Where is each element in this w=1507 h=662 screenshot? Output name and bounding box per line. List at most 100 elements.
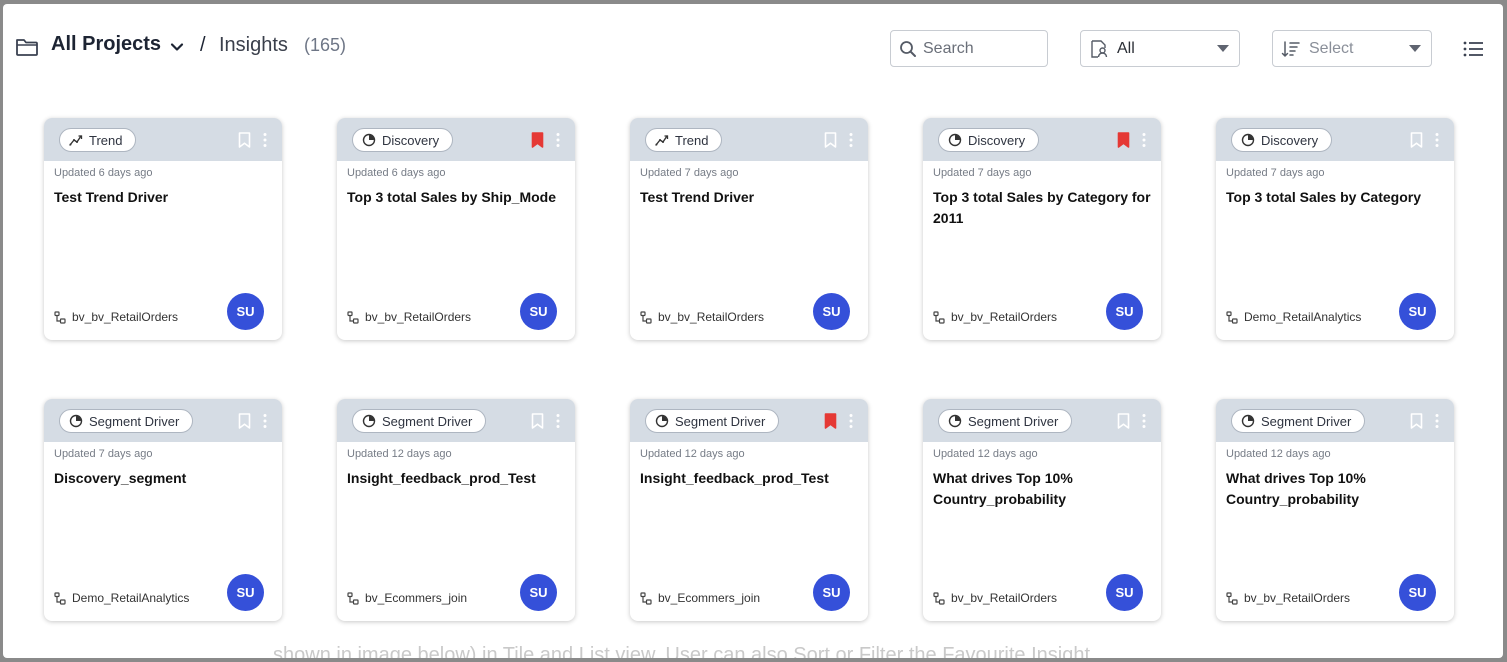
updated-time: Updated 6 days ago bbox=[347, 167, 446, 179]
updated-time: Updated 7 days ago bbox=[640, 167, 739, 179]
bookmark-icon[interactable] bbox=[1410, 132, 1423, 148]
dataset-icon bbox=[347, 310, 359, 324]
bookmark-icon[interactable] bbox=[1117, 413, 1130, 429]
card-header: Discovery bbox=[337, 118, 575, 161]
more-options-icon[interactable] bbox=[1141, 132, 1147, 148]
dataset-name: bv_bv_RetailOrders bbox=[1226, 591, 1350, 605]
insight-card[interactable]: Segment Driver Updated 12 days ago What … bbox=[1216, 399, 1454, 621]
more-options-icon[interactable] bbox=[555, 132, 561, 148]
dataset-icon bbox=[640, 310, 652, 324]
bookmark-icon[interactable] bbox=[531, 132, 544, 148]
insight-title: Test Trend Driver bbox=[54, 189, 169, 205]
bookmark-icon[interactable] bbox=[1410, 413, 1423, 429]
dataset-icon bbox=[933, 591, 945, 605]
avatar[interactable]: SU bbox=[813, 574, 850, 611]
insight-type-chip: Trend bbox=[59, 128, 137, 152]
insight-card[interactable]: Trend Updated 6 days ago Test Trend Driv… bbox=[44, 118, 282, 340]
more-options-icon[interactable] bbox=[848, 413, 854, 429]
dataset-icon bbox=[1226, 591, 1238, 605]
more-options-icon[interactable] bbox=[1141, 413, 1147, 429]
dataset-name: bv_bv_RetailOrders bbox=[933, 310, 1057, 324]
avatar[interactable]: SU bbox=[1399, 574, 1436, 611]
insight-title: Insight_feedback_prod_Test bbox=[347, 470, 536, 486]
dataset-name: bv_bv_RetailOrders bbox=[933, 591, 1057, 605]
avatar[interactable]: SU bbox=[520, 574, 557, 611]
more-options-icon[interactable] bbox=[1434, 132, 1440, 148]
insight-card[interactable]: Segment Driver Updated 12 days ago What … bbox=[923, 399, 1161, 621]
more-options-icon[interactable] bbox=[555, 413, 561, 429]
updated-time: Updated 12 days ago bbox=[347, 448, 452, 460]
filter-dropdown[interactable]: All bbox=[1080, 30, 1240, 67]
dataset-name: Demo_RetailAnalytics bbox=[54, 591, 189, 605]
dataset-name: bv_bv_RetailOrders bbox=[347, 310, 471, 324]
chevron-down-icon[interactable] bbox=[170, 40, 184, 54]
avatar[interactable]: SU bbox=[520, 293, 557, 330]
background-text: shown in image below) in Tile and List v… bbox=[273, 644, 1096, 658]
insight-card[interactable]: Discovery Updated 6 days ago Top 3 total… bbox=[337, 118, 575, 340]
list-view-icon[interactable] bbox=[1463, 41, 1483, 57]
avatar[interactable]: SU bbox=[227, 574, 264, 611]
page-header: All Projects / Insights (165) All bbox=[3, 4, 1503, 90]
updated-time: Updated 12 days ago bbox=[933, 448, 1038, 460]
caret-down-icon bbox=[1217, 45, 1229, 52]
sort-placeholder: Select bbox=[1309, 39, 1354, 57]
discovery-icon bbox=[948, 133, 962, 147]
insight-card[interactable]: Trend Updated 7 days ago Test Trend Driv… bbox=[630, 118, 868, 340]
insight-card[interactable]: Segment Driver Updated 12 days ago Insig… bbox=[630, 399, 868, 621]
card-header: Segment Driver bbox=[1216, 399, 1454, 442]
bookmark-icon[interactable] bbox=[238, 413, 251, 429]
insight-type-label: Discovery bbox=[382, 132, 440, 148]
filter-value: All bbox=[1117, 39, 1135, 57]
avatar[interactable]: SU bbox=[1399, 293, 1436, 330]
sort-dropdown[interactable]: Select bbox=[1272, 30, 1432, 67]
search-input[interactable] bbox=[923, 39, 1043, 58]
insight-title: What drives Top 10% Country_probability bbox=[933, 470, 1073, 507]
card-header: Discovery bbox=[923, 118, 1161, 161]
dataset-name: bv_bv_RetailOrders bbox=[54, 310, 178, 324]
bookmark-icon[interactable] bbox=[531, 413, 544, 429]
more-options-icon[interactable] bbox=[848, 132, 854, 148]
avatar[interactable]: SU bbox=[227, 293, 264, 330]
search-box[interactable] bbox=[890, 30, 1048, 67]
dataset-icon bbox=[640, 591, 652, 605]
insight-type-chip: Discovery bbox=[1231, 128, 1333, 152]
dataset-name: Demo_RetailAnalytics bbox=[1226, 310, 1361, 324]
avatar[interactable]: SU bbox=[1106, 293, 1143, 330]
dataset-icon bbox=[347, 591, 359, 605]
insight-card[interactable]: Discovery Updated 7 days ago Top 3 total… bbox=[1216, 118, 1454, 340]
bookmark-icon[interactable] bbox=[824, 413, 837, 429]
insight-title: Top 3 total Sales by Category bbox=[1226, 189, 1422, 205]
insight-count: (165) bbox=[304, 35, 347, 55]
avatar[interactable]: SU bbox=[1106, 574, 1143, 611]
card-header: Discovery bbox=[1216, 118, 1454, 161]
insight-type-label: Segment Driver bbox=[675, 413, 766, 429]
dataset-icon bbox=[54, 310, 66, 324]
sort-icon bbox=[1281, 40, 1300, 57]
bookmark-icon[interactable] bbox=[824, 132, 837, 148]
bookmark-icon[interactable] bbox=[1117, 132, 1130, 148]
insight-card[interactable]: Segment Driver Updated 7 days ago Discov… bbox=[44, 399, 282, 621]
more-options-icon[interactable] bbox=[262, 132, 268, 148]
dataset-name: bv_Ecommers_join bbox=[347, 591, 467, 605]
segment-driver-icon bbox=[362, 414, 376, 428]
insights-window: All Projects / Insights (165) All bbox=[3, 4, 1503, 658]
insight-type-label: Segment Driver bbox=[382, 413, 473, 429]
avatar[interactable]: SU bbox=[813, 293, 850, 330]
insight-type-chip: Trend bbox=[645, 128, 723, 152]
breadcrumb-insights: Insights bbox=[219, 34, 288, 56]
bookmark-icon[interactable] bbox=[238, 132, 251, 148]
segment-driver-icon bbox=[1241, 414, 1255, 428]
more-options-icon[interactable] bbox=[262, 413, 268, 429]
all-projects-title[interactable]: All Projects bbox=[51, 33, 161, 56]
insight-type-chip: Segment Driver bbox=[645, 409, 780, 433]
insight-card[interactable]: Discovery Updated 7 days ago Top 3 total… bbox=[923, 118, 1161, 340]
insight-card[interactable]: Segment Driver Updated 12 days ago Insig… bbox=[337, 399, 575, 621]
insight-type-label: Segment Driver bbox=[89, 413, 180, 429]
segment-driver-icon bbox=[655, 414, 669, 428]
user-filter-icon bbox=[1091, 39, 1108, 58]
dataset-name: bv_bv_RetailOrders bbox=[640, 310, 764, 324]
insight-title: Top 3 total Sales by Ship_Mode bbox=[347, 189, 556, 205]
updated-time: Updated 7 days ago bbox=[933, 167, 1032, 179]
more-options-icon[interactable] bbox=[1434, 413, 1440, 429]
card-header: Trend bbox=[630, 118, 868, 161]
